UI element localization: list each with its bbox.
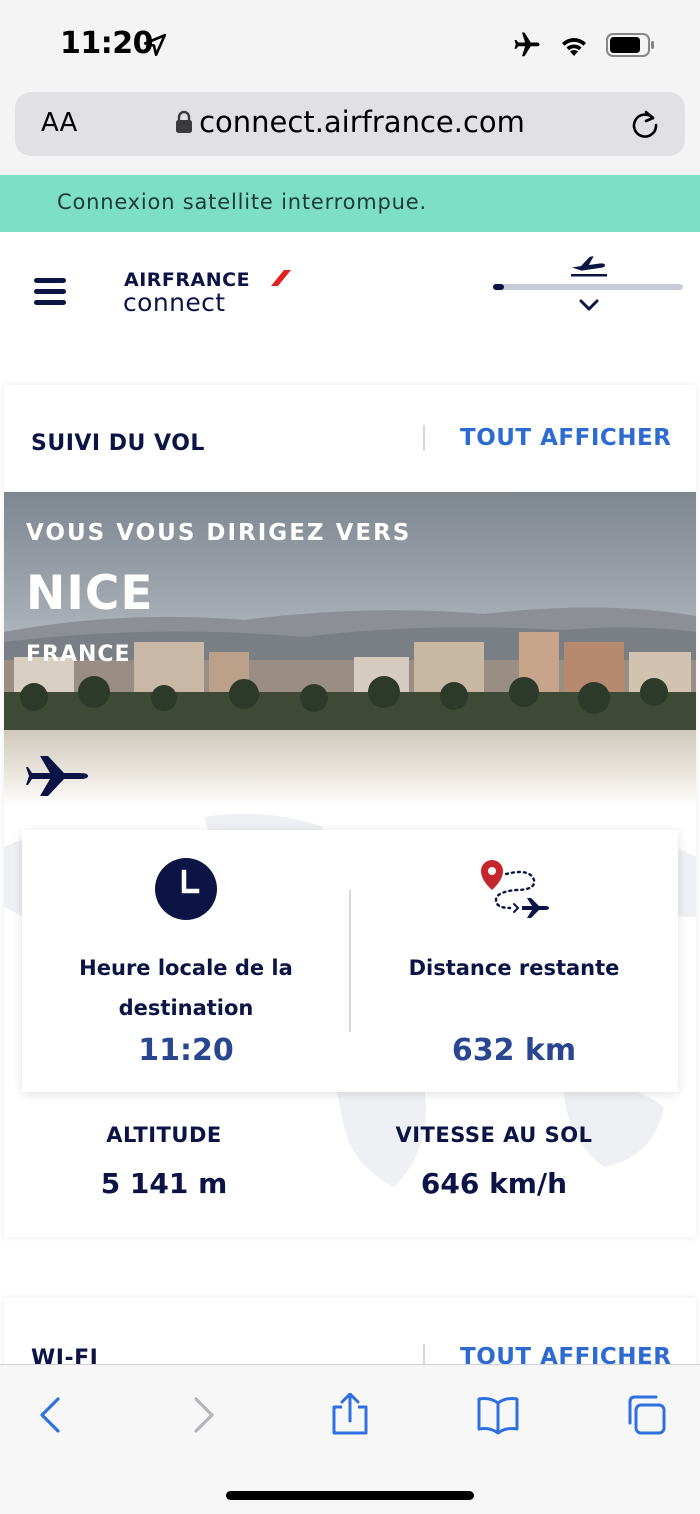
- address-bar[interactable]: AA connect.airfrance.com: [15, 92, 685, 156]
- location-arrow-icon: [143, 33, 167, 57]
- flight-info-box: Heure locale de la destination 11:20 Dis…: [22, 830, 678, 1092]
- show-all-link[interactable]: TOUT AFFICHER: [460, 425, 671, 451]
- status-time: 11:20: [60, 26, 154, 61]
- reload-icon[interactable]: [629, 108, 661, 140]
- banner-message: Connexion satellite interrompue.: [57, 190, 427, 214]
- share-icon[interactable]: [328, 1393, 372, 1437]
- home-indicator: [226, 1491, 474, 1500]
- destination-hero: VOUS VOUS DIRIGEZ VERS NICE FRANCE: [4, 492, 696, 807]
- flight-tracking-card: SUIVI DU VOL TOUT AFFICHER VOUS VOUS DIR…: [4, 385, 696, 1237]
- destination-country: FRANCE: [26, 642, 131, 667]
- local-time-panel: Heure locale de la destination 11:20: [22, 830, 350, 1092]
- clock-icon: [155, 858, 217, 920]
- battery-icon: [606, 33, 654, 57]
- progress-fill: [493, 284, 505, 290]
- bookmarks-icon[interactable]: [476, 1393, 520, 1437]
- tabs-icon[interactable]: [624, 1393, 668, 1437]
- hero-subtitle: VOUS VOUS DIRIGEZ VERS: [26, 520, 412, 546]
- distance-value: 632 km: [451, 1033, 577, 1068]
- brand-subtitle: connect: [123, 288, 226, 317]
- menu-icon[interactable]: [34, 278, 66, 306]
- altitude-value: 5 141 m: [100, 1167, 228, 1200]
- lock-icon: [176, 110, 193, 133]
- altitude-stat: ALTITUDE 5 141 m: [4, 1123, 324, 1200]
- ground-speed-stat: VITESSE AU SOL 646 km/h: [334, 1123, 654, 1200]
- title-divider: [423, 425, 425, 451]
- url-text: connect.airfrance.com: [199, 105, 525, 139]
- forward-icon[interactable]: [180, 1393, 224, 1437]
- status-bar: 11:20: [0, 0, 700, 92]
- wifi-icon: [562, 38, 586, 56]
- distance-label: Distance restante: [408, 956, 620, 980]
- brand-stripe-icon: [271, 270, 291, 286]
- local-time-label: Heure locale de la destination: [79, 956, 293, 1020]
- progress-track: [493, 284, 683, 290]
- route-distance-icon: [481, 860, 549, 918]
- connection-banner: Connexion satellite interrompue.: [0, 175, 700, 232]
- back-icon[interactable]: [30, 1393, 74, 1437]
- takeoff-plane-icon: [571, 256, 607, 277]
- ground-speed-value: 646 km/h: [420, 1167, 568, 1200]
- distance-panel: Distance restante 632 km: [350, 830, 678, 1092]
- airplane-icon: [26, 756, 88, 796]
- app-header: AIRFRANCE connect: [0, 232, 700, 352]
- altitude-label: ALTITUDE: [106, 1123, 222, 1147]
- destination-city: NICE: [26, 566, 154, 621]
- local-time-value: 11:20: [138, 1033, 234, 1068]
- chevron-down-icon[interactable]: [579, 298, 599, 312]
- flight-progress[interactable]: [493, 254, 683, 324]
- airplane-mode-icon: [514, 32, 540, 57]
- card-title: SUIVI DU VOL: [31, 431, 205, 456]
- ground-speed-label: VITESSE AU SOL: [395, 1123, 593, 1147]
